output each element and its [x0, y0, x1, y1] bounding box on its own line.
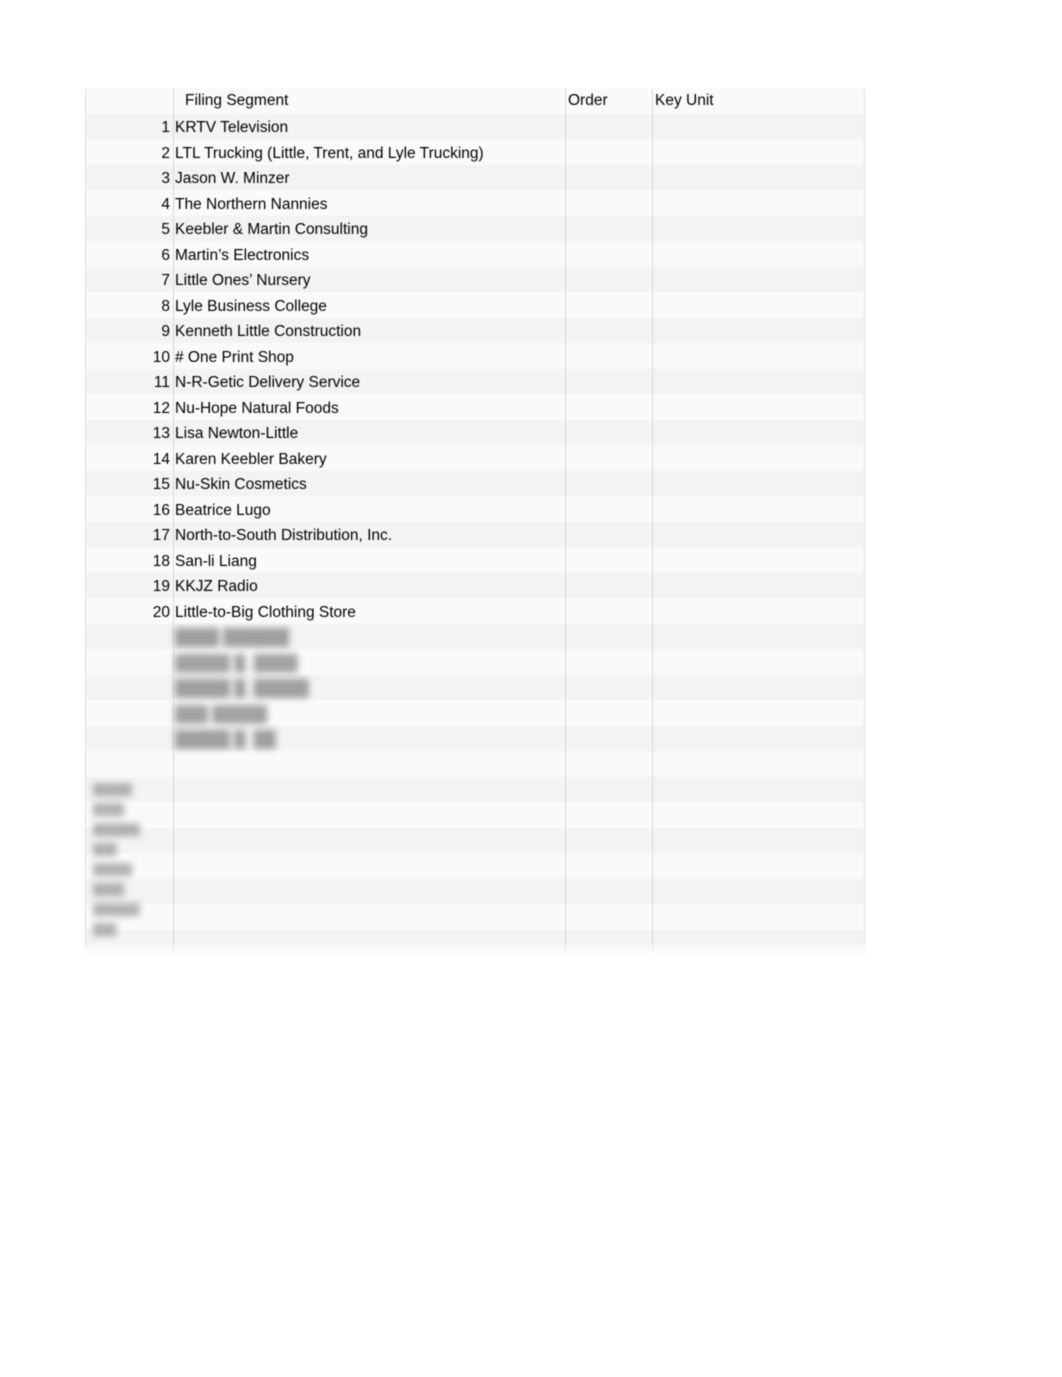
- table-row[interactable]: 9 Kenneth Little Construction: [85, 319, 865, 345]
- redacted-margin-note: ████: [93, 884, 125, 896]
- cell-number: 13: [152, 425, 170, 442]
- cell-segment: Beatrice Lugo: [175, 501, 271, 519]
- cell-segment: Lyle Business College: [175, 297, 327, 315]
- cell-segment: Martin’s Electronics: [175, 246, 310, 264]
- cell-number: 7: [161, 272, 170, 289]
- redacted-row-text: █████ █. ████: [175, 654, 298, 672]
- cell-number: 10: [152, 348, 170, 366]
- table-row[interactable]: 12 Nu-Hope Natural Foods: [85, 396, 865, 422]
- cell-segment: The Northern Nannies: [175, 195, 328, 213]
- cell-number: 14: [152, 450, 170, 468]
- cell-number: 2: [161, 144, 170, 162]
- redacted-margin-note: ████: [93, 804, 125, 816]
- table-row[interactable]: 10 # One Print Shop: [85, 345, 865, 371]
- table-row[interactable]: 14 Karen Keebler Bakery: [85, 447, 865, 473]
- cell-segment: North-to-South Distribution, Inc.: [175, 527, 393, 544]
- cell-segment: Lisa Newton-Little: [175, 425, 299, 442]
- cell-number: 11: [153, 374, 170, 391]
- cell-segment: San-li Liang: [175, 552, 257, 570]
- cell-number: 6: [161, 246, 170, 264]
- redacted-margin-note: ██████: [93, 904, 140, 916]
- table-row[interactable]: 4 The Northern Nannies: [85, 192, 865, 218]
- column-header-filing-segment: Filing Segment: [185, 92, 289, 109]
- cell-number: 4: [161, 195, 170, 213]
- cell-segment: Kenneth Little Construction: [175, 323, 362, 340]
- cell-number: 17: [152, 527, 170, 544]
- column-header-order: Order: [568, 92, 608, 109]
- cell-segment: Nu-Hope Natural Foods: [175, 399, 339, 417]
- cell-segment: Jason W. Minzer: [175, 170, 290, 187]
- table-row[interactable]: 18 San-li Liang: [85, 549, 865, 575]
- cell-number: 18: [152, 552, 170, 570]
- cell-number: 5: [161, 221, 170, 238]
- table-row[interactable]: 7 Little Ones’ Nursery: [85, 268, 865, 294]
- table-row[interactable]: 3 Jason W. Minzer: [85, 166, 865, 192]
- cell-segment: LTL Trucking (Little, Trent, and Lyle Tr…: [175, 144, 484, 162]
- cell-number: 16: [152, 501, 170, 519]
- cell-segment: KKJZ Radio: [175, 578, 258, 595]
- filing-segment-worksheet: Filing Segment Order Key Unit 1 KRTV Tele…: [85, 88, 865, 956]
- table-row[interactable]: 2 LTL Trucking (Little, Trent, and Lyle T…: [85, 141, 865, 167]
- cell-number: 8: [161, 297, 170, 315]
- table-row[interactable]: 8 Lyle Business College: [85, 294, 865, 320]
- cell-segment: KRTV Television: [175, 119, 289, 136]
- cell-number: 15: [152, 476, 170, 493]
- redacted-margin-note: █████: [93, 784, 132, 796]
- table-row[interactable]: 16 Beatrice Lugo: [85, 498, 865, 524]
- redacted-margin-note: ██████: [93, 824, 140, 836]
- cell-segment: Nu-Skin Cosmetics: [175, 476, 307, 493]
- table-row[interactable]: 11 N-R-Getic Delivery Service: [85, 370, 865, 396]
- redacted-row-text: █████ █. █████: [175, 680, 309, 697]
- cell-segment: Little Ones’ Nursery: [175, 272, 311, 289]
- cell-number: 3: [161, 170, 170, 187]
- table-row[interactable]: 13 Lisa Newton-Little: [85, 421, 865, 447]
- table-row[interactable]: 6 Martin’s Electronics: [85, 243, 865, 269]
- redacted-margin-note: ███: [93, 844, 117, 856]
- table-row[interactable]: 15 Nu-Skin Cosmetics: [85, 472, 865, 498]
- cell-segment: Little-to-Big Clothing Store: [175, 603, 356, 621]
- cell-segment: Karen Keebler Bakery: [175, 450, 327, 468]
- column-header-key-unit: Key Unit: [655, 92, 714, 109]
- table-row[interactable]: 19 KKJZ Radio: [85, 574, 865, 600]
- cell-segment: Keebler & Martin Consulting: [175, 221, 368, 238]
- redacted-row-text: █████ █. ██: [175, 731, 276, 748]
- table-header-row: Filing Segment Order Key Unit: [85, 88, 865, 114]
- table-row[interactable]: 20 Little-to-Big Clothing Store: [85, 600, 865, 626]
- redacted-margin-note: ███: [93, 924, 117, 936]
- table-row[interactable]: 17 North-to-South Distribution, Inc.: [85, 523, 865, 549]
- cell-number: 9: [161, 323, 170, 340]
- cell-segment: N-R-Getic Delivery Service: [175, 374, 361, 391]
- redacted-row-text: ███ █████: [175, 705, 268, 723]
- cell-number: 1: [161, 119, 170, 136]
- redacted-row-text: ████ ██████: [175, 629, 290, 646]
- table-row[interactable]: 5 Keebler & Martin Consulting: [85, 217, 865, 243]
- table-cells: Filing Segment Order Key Unit 1 KRTV Tele…: [85, 88, 865, 956]
- cell-number: 20: [152, 603, 170, 621]
- sheet-bottom-fade: [85, 942, 865, 956]
- cell-number: 19: [152, 578, 170, 595]
- cell-segment: # One Print Shop: [175, 348, 294, 366]
- redacted-margin-note: █████: [93, 864, 132, 876]
- cell-number: 12: [152, 399, 170, 417]
- table-row[interactable]: 1 KRTV Television: [85, 115, 865, 141]
